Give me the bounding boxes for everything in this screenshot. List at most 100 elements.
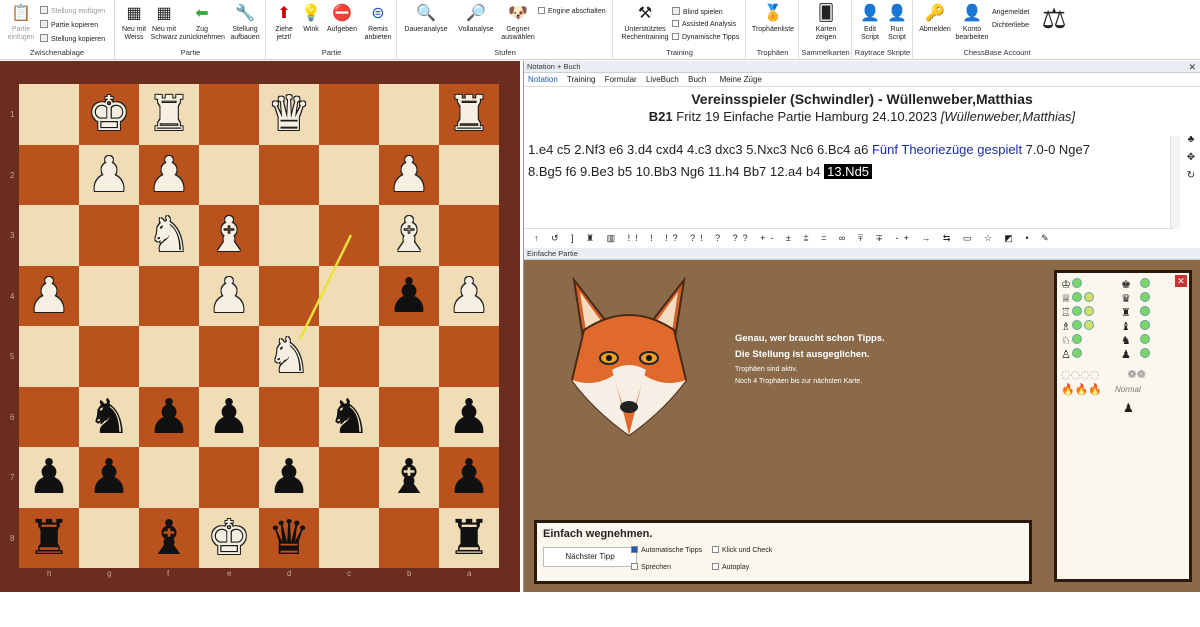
board-square[interactable]: [199, 447, 259, 508]
black-pawn-piece[interactable]: ♟: [199, 387, 259, 447]
white-pawn-piece[interactable]: ♟: [439, 266, 499, 326]
black-pawn-piece[interactable]: ♟: [379, 266, 439, 326]
offer-draw-button[interactable]: ⊜ Remis anbieten: [361, 4, 395, 42]
board-square[interactable]: [439, 205, 499, 266]
white-bishop-piece[interactable]: ♝: [199, 205, 259, 265]
black-rook-piece[interactable]: ♜: [19, 508, 79, 568]
black-pawn-piece[interactable]: ♟: [439, 447, 499, 507]
engine-off-checkbox[interactable]: Engine abschalten: [538, 7, 606, 16]
run-script-button[interactable]: 👤 Run Script: [884, 4, 910, 42]
white-rook-piece[interactable]: ♜: [139, 84, 199, 144]
board-square[interactable]: [199, 326, 259, 387]
paste-game-button[interactable]: 📋 Partie einfügen: [6, 4, 36, 42]
board-square[interactable]: [319, 205, 379, 266]
board-square[interactable]: [319, 84, 379, 145]
black-knight-piece[interactable]: ♞: [79, 387, 139, 447]
tab-buch[interactable]: Buch: [688, 75, 706, 84]
insert-icon[interactable]: ✥: [1182, 149, 1200, 167]
white-knight-piece[interactable]: ♞: [259, 326, 319, 386]
board-square[interactable]: [199, 144, 259, 205]
move-list[interactable]: 1.e4 c5 2.Nf3 e6 3.d4 cxd4 4.c3 dxc3 5.N…: [528, 139, 1168, 183]
board-square[interactable]: [259, 144, 319, 205]
choose-opponent-button[interactable]: 🐶 Gegner auswählen: [498, 4, 538, 42]
tab-training[interactable]: Training: [567, 75, 596, 84]
moves-line[interactable]: 1.e4 c5 2.Nf3 e6 3.d4 cxd4 4.c3 dxc3 5.N…: [528, 142, 872, 157]
show-cards-button[interactable]: 🂠 Karten zeigen: [806, 4, 846, 42]
board-square[interactable]: [19, 326, 79, 387]
white-bishop-piece[interactable]: ♝: [379, 205, 439, 265]
board-square[interactable]: [319, 265, 379, 326]
new-black-button[interactable]: ▦ Neu mit Schwarz: [149, 4, 179, 42]
current-move[interactable]: 13.Nd5: [824, 164, 873, 179]
white-king-piece[interactable]: ♚: [79, 84, 139, 144]
board-square[interactable]: [259, 265, 319, 326]
board-square[interactable]: [379, 84, 439, 145]
board-square[interactable]: [19, 386, 79, 447]
white-pawn-piece[interactable]: ♟: [199, 266, 259, 326]
tab-livebuch[interactable]: LiveBuch: [646, 75, 679, 84]
trophy-list-button[interactable]: 🏅 Trophäenliste: [749, 4, 797, 34]
edit-script-button[interactable]: 👤 Edit Script: [857, 4, 883, 42]
black-bishop-piece[interactable]: ♝: [139, 508, 199, 568]
copy-position-button[interactable]: Stellung kopieren: [40, 34, 105, 44]
click-check-checkbox[interactable]: Klick und Check: [712, 546, 772, 555]
board-square[interactable]: [79, 265, 139, 326]
blind-play-button[interactable]: Blind spielen: [672, 7, 723, 17]
speak-checkbox[interactable]: Sprechen: [631, 563, 671, 572]
tab-notation[interactable]: Notation: [528, 75, 558, 84]
board-square[interactable]: [199, 84, 259, 145]
white-king-piece[interactable]: ♚: [199, 508, 259, 568]
white-rook-piece[interactable]: ♜: [439, 84, 499, 144]
white-pawn-piece[interactable]: ♟: [139, 145, 199, 205]
black-rook-piece[interactable]: ♜: [439, 508, 499, 568]
board-square[interactable]: [379, 507, 439, 568]
annotation-symbols-bar[interactable]: ↑ ↺ ] ♜ ▥ !! ! !? ?! ? ?? +- ± ⩲ = ∞ ⩱ ∓…: [524, 228, 1174, 246]
engine-icon[interactable]: ♣: [1182, 131, 1200, 149]
black-bishop-piece[interactable]: ♝: [379, 447, 439, 507]
auto-tips-checkbox[interactable]: Automatische Tipps: [631, 546, 702, 555]
dynamic-tips-checkbox[interactable]: Dynamische Tipps: [672, 33, 739, 42]
board-square[interactable]: [139, 265, 199, 326]
assisted-calc-button[interactable]: ⚒ Unterstütztes Rechentraining: [616, 4, 674, 42]
white-pawn-piece[interactable]: ♟: [379, 145, 439, 205]
board-square[interactable]: [319, 326, 379, 387]
logout-button[interactable]: 🔑 Abmelden: [916, 4, 954, 34]
setup-position-button[interactable]: 🔧 Stellung aufbauen: [226, 4, 264, 42]
board-square[interactable]: [319, 144, 379, 205]
black-pawn-piece[interactable]: ♟: [19, 447, 79, 507]
board-square[interactable]: [79, 326, 139, 387]
full-analysis-button[interactable]: 🔎 Vollanalyse: [454, 4, 498, 34]
tab-my-moves[interactable]: Meine Züge: [720, 75, 762, 84]
rotate-icon[interactable]: ↻: [1182, 167, 1200, 185]
board-square[interactable]: [79, 205, 139, 266]
board-square[interactable]: [259, 386, 319, 447]
board-square[interactable]: [139, 326, 199, 387]
tab-formular[interactable]: Formular: [605, 75, 637, 84]
board-square[interactable]: [19, 205, 79, 266]
board-square[interactable]: [439, 144, 499, 205]
take-back-button[interactable]: ⬅ Zug zurücknehmen: [178, 4, 226, 42]
white-pawn-piece[interactable]: ♟: [79, 145, 139, 205]
board-square[interactable]: [319, 447, 379, 508]
new-white-button[interactable]: ▦ Neu mit Weiss: [119, 4, 149, 42]
white-queen-piece[interactable]: ♛: [259, 84, 319, 144]
chess-board[interactable]: ♚ ♜ ♛ ♜ ♟ ♟ ♟ ♞ ♝ ♝ ♟ ♟ ♟ ♟ ♞ ♞ ♟ ♟ ♞ ♟ ♟ ♟ ♟ ♝ ♟ ♜ ♝ ♚ ♛ ♜: [19, 84, 499, 627]
black-knight-piece[interactable]: ♞: [319, 387, 379, 447]
move-now-button[interactable]: ⬆ Ziehe jetzt!: [269, 4, 299, 42]
hint-button[interactable]: 💡 Wink: [299, 4, 323, 34]
black-queen-piece[interactable]: ♛: [259, 508, 319, 568]
assisted-analysis-checkbox[interactable]: Assisted Analysis: [672, 20, 736, 29]
infinite-analysis-button[interactable]: 🔍 Daueranalyse: [404, 4, 448, 34]
close-icon[interactable]: ✕: [1175, 275, 1187, 287]
board-square[interactable]: [379, 326, 439, 387]
moves-line[interactable]: 7.0-0 Nge7: [1022, 142, 1090, 157]
autoplay-checkbox[interactable]: Autoplay: [712, 563, 749, 572]
board-square[interactable]: [379, 386, 439, 447]
copy-game-button[interactable]: Partie kopieren: [40, 20, 98, 30]
board-square[interactable]: [439, 326, 499, 387]
black-pawn-piece[interactable]: ♟: [259, 447, 319, 507]
board-square[interactable]: [19, 144, 79, 205]
resign-button[interactable]: ⛔ Aufgeben: [324, 4, 360, 34]
board-square[interactable]: [79, 507, 139, 568]
black-pawn-piece[interactable]: ♟: [139, 387, 199, 447]
